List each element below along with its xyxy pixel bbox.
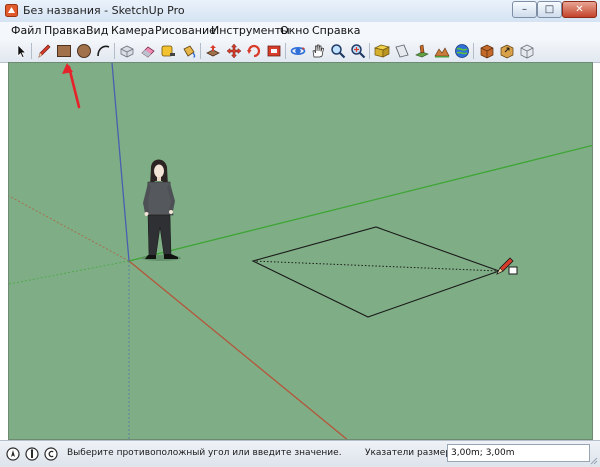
menu-help[interactable]: Справка — [312, 24, 360, 37]
pencil-rectangle-cursor — [496, 257, 518, 275]
status-bar: Выберите противоположный угол или введит… — [0, 440, 600, 467]
menu-tools[interactable]: Инструменты — [211, 24, 290, 37]
credits-icon[interactable] — [25, 447, 39, 461]
toolbar-separator — [369, 43, 370, 59]
maximize-button[interactable]: □ — [537, 1, 562, 18]
sketchup-window: Без названия - SketchUp Pro – □ ✕ Файл П… — [0, 0, 600, 467]
circle-tool-icon[interactable] — [76, 43, 92, 59]
rectangle-in-progress — [251, 226, 501, 318]
status-message: Выберите противоположный угол или введит… — [67, 448, 342, 458]
person-figure — [141, 159, 181, 261]
geo-location-icon[interactable] — [6, 447, 20, 461]
share-model-tool-icon[interactable] — [499, 43, 515, 59]
menu-draw[interactable]: Рисование — [155, 24, 216, 37]
green-axis — [128, 144, 592, 262]
sketchup-app-icon — [5, 4, 18, 17]
minimize-button[interactable]: – — [512, 1, 537, 18]
main-toolbar — [0, 40, 600, 63]
offset-tool-icon[interactable] — [266, 43, 282, 59]
title-bar: Без названия - SketchUp Pro – □ ✕ — [0, 0, 600, 22]
close-button[interactable]: ✕ — [562, 1, 597, 18]
share-component-tool-icon[interactable] — [519, 43, 535, 59]
menu-file[interactable]: Файл — [11, 24, 41, 37]
make-component-tool-icon[interactable] — [119, 43, 135, 59]
red-axis-negative — [9, 195, 130, 262]
toggle-terrain-tool-icon[interactable] — [434, 43, 450, 59]
rotate-tool-icon[interactable] — [246, 43, 262, 59]
section-plane-tool-icon[interactable] — [394, 43, 410, 59]
rectangle-tool-icon[interactable] — [56, 43, 72, 59]
menu-edit[interactable]: Правка — [44, 24, 86, 37]
zoom-tool-icon[interactable] — [330, 43, 346, 59]
tape-measure-tool-icon[interactable] — [160, 43, 176, 59]
resize-grip[interactable] — [589, 456, 598, 465]
model-scene — [9, 63, 592, 439]
green-axis-negative — [9, 260, 130, 285]
arc-tool-icon[interactable] — [95, 43, 111, 59]
toolbar-separator — [200, 43, 201, 59]
zoom-extents-tool-icon[interactable] — [350, 43, 366, 59]
blue-axis — [111, 63, 130, 262]
red-axis — [128, 260, 348, 439]
push-pull-tool-icon[interactable] — [205, 43, 221, 59]
add-location-tool-icon[interactable] — [414, 43, 430, 59]
eraser-tool-icon[interactable] — [140, 43, 156, 59]
measurements-box[interactable]: 3,00m; 3,00m — [447, 444, 590, 462]
select-tool-icon[interactable] — [13, 43, 29, 59]
pan-tool-icon[interactable] — [310, 43, 326, 59]
get-models-tool-icon[interactable] — [479, 43, 495, 59]
menu-view[interactable]: Вид — [86, 24, 108, 37]
move-tool-icon[interactable] — [226, 43, 242, 59]
help-icon[interactable] — [44, 447, 58, 461]
annotation-arrow — [62, 63, 81, 109]
paint-bucket-tool-icon[interactable] — [181, 43, 197, 59]
toolbar-separator — [114, 43, 115, 59]
photo-textures-tool-icon[interactable] — [454, 43, 470, 59]
menu-window[interactable]: Окно — [280, 24, 309, 37]
toolbar-separator — [473, 43, 474, 59]
menu-camera[interactable]: Камера — [111, 24, 154, 37]
pencil-line-tool-icon[interactable] — [36, 43, 52, 59]
drawing-viewport[interactable] — [8, 62, 593, 440]
window-title: Без названия - SketchUp Pro — [23, 4, 185, 17]
3d-text-tool-icon[interactable] — [374, 43, 390, 59]
toolbar-separator — [285, 43, 286, 59]
orbit-tool-icon[interactable] — [290, 43, 306, 59]
menu-bar: Файл Правка Вид Камера Рисование Инструм… — [0, 22, 600, 41]
toolbar-separator — [31, 43, 32, 59]
